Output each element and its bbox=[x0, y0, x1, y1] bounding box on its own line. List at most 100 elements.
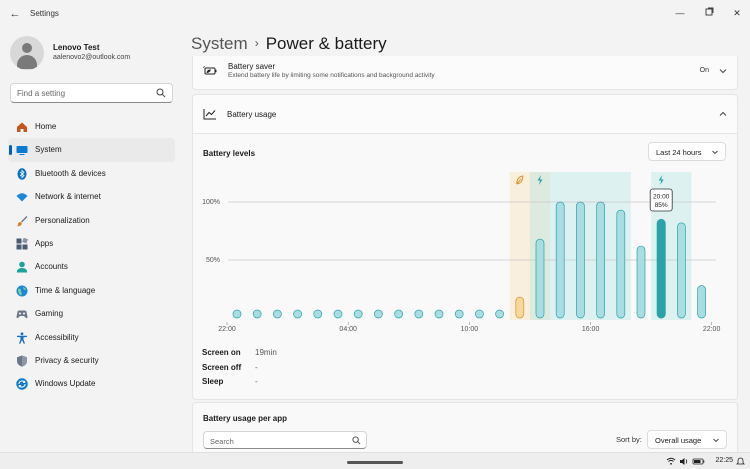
battery-level-dot[interactable] bbox=[414, 309, 424, 319]
tooltip-time: 20:00 bbox=[653, 194, 670, 201]
battery-level-dot[interactable] bbox=[333, 309, 343, 319]
user-profile[interactable]: Lenovo Test aalenovo2@outlook.com bbox=[10, 36, 180, 72]
stat-value: - bbox=[255, 377, 258, 386]
globe-icon bbox=[16, 285, 28, 297]
taskbar: 22:25 bbox=[0, 452, 750, 469]
gaming-icon bbox=[16, 310, 28, 319]
y-tick-label: 100% bbox=[202, 199, 220, 206]
battery-level-bar[interactable] bbox=[656, 218, 666, 319]
sidebar-item-time-language[interactable]: Time & language bbox=[8, 279, 175, 302]
x-tick-label: 22:00 bbox=[218, 326, 236, 333]
battery-saver-status: On bbox=[699, 67, 709, 74]
app-search-box[interactable] bbox=[203, 431, 367, 449]
sidebar-item-windows-update[interactable]: Windows Update bbox=[8, 372, 175, 395]
x-tick-label: 10:00 bbox=[461, 326, 479, 333]
sidebar-item-accessibility[interactable]: Accessibility bbox=[8, 326, 175, 349]
y-tick-label: 50% bbox=[206, 257, 220, 264]
search-icon bbox=[156, 88, 166, 98]
sidebar-item-accounts[interactable]: Accounts bbox=[8, 255, 175, 278]
sidebar-nav: Home System Bluetooth & devices Network … bbox=[8, 115, 175, 396]
close-button[interactable]: ✕ bbox=[729, 5, 745, 21]
stat-label: Screen off bbox=[202, 362, 242, 372]
sidebar-item-network[interactable]: Network & internet bbox=[8, 185, 175, 208]
time-range-value: Last 24 hours bbox=[656, 148, 702, 157]
back-arrow-icon[interactable]: ← bbox=[8, 7, 22, 21]
battery-level-dot[interactable] bbox=[232, 309, 242, 319]
taskbar-clock[interactable]: 22:25 bbox=[715, 457, 733, 464]
per-app-title: Battery usage per app bbox=[203, 414, 288, 423]
sidebar-item-personalization[interactable]: Personalization bbox=[8, 209, 175, 232]
stat-value: - bbox=[255, 362, 258, 372]
sidebar-item-system[interactable]: System bbox=[8, 138, 175, 162]
wifi-icon bbox=[16, 193, 28, 202]
restore-icon bbox=[705, 7, 713, 16]
sidebar-item-gaming[interactable]: Gaming bbox=[8, 302, 175, 325]
sidebar-item-home[interactable]: Home bbox=[8, 115, 175, 138]
home-icon bbox=[17, 122, 27, 132]
sidebar-item-label: Personalization bbox=[35, 215, 90, 225]
bluetooth-icon bbox=[17, 168, 27, 180]
brush-icon bbox=[16, 215, 28, 226]
sidebar-item-label: Home bbox=[35, 122, 57, 131]
battery-level-bar[interactable] bbox=[697, 285, 706, 319]
battery-level-bar[interactable] bbox=[596, 201, 605, 319]
notification-icon[interactable] bbox=[736, 457, 745, 466]
chevron-up-icon[interactable] bbox=[718, 109, 728, 119]
battery-level-dot[interactable] bbox=[434, 309, 444, 319]
volume-icon bbox=[680, 458, 688, 465]
taskbar-handle[interactable] bbox=[347, 461, 403, 464]
battery-level-dot[interactable] bbox=[252, 309, 262, 319]
accounts-icon bbox=[16, 262, 28, 273]
battery-level-dot[interactable] bbox=[374, 309, 383, 319]
user-name: Lenovo Test bbox=[53, 43, 100, 52]
battery-level-dot[interactable] bbox=[394, 309, 403, 319]
sidebar-item-label: Network & internet bbox=[35, 192, 101, 202]
maximize-button[interactable] bbox=[701, 5, 717, 21]
user-email: aalenovo2@outlook.com bbox=[53, 54, 131, 61]
sidebar-item-label: Windows Update bbox=[35, 379, 96, 389]
system-tray[interactable] bbox=[666, 456, 706, 467]
battery-level-bar[interactable] bbox=[555, 201, 565, 319]
sidebar-item-label: Privacy & security bbox=[35, 355, 99, 365]
sidebar-item-label: Apps bbox=[35, 238, 54, 248]
sidebar-item-label: Accounts bbox=[35, 262, 68, 272]
search-icon bbox=[352, 436, 361, 445]
breadcrumb-separator: › bbox=[254, 36, 259, 50]
battery-saver-card[interactable]: Battery saver Extend battery life by lim… bbox=[192, 56, 738, 90]
battery-icon bbox=[692, 458, 705, 465]
sidebar-item-apps[interactable]: Apps bbox=[8, 232, 175, 255]
battery-level-dot[interactable] bbox=[454, 309, 464, 319]
sidebar-item-bluetooth[interactable]: Bluetooth & devices bbox=[8, 162, 175, 185]
battery-level-dot[interactable] bbox=[293, 309, 302, 319]
battery-level-bar[interactable] bbox=[677, 222, 686, 319]
avatar bbox=[10, 36, 44, 70]
find-setting-box[interactable] bbox=[10, 83, 173, 103]
stat-label: Screen on bbox=[202, 348, 241, 357]
window-title: Settings bbox=[30, 9, 59, 18]
accessibility-icon bbox=[17, 331, 27, 344]
battery-level-bar[interactable] bbox=[636, 245, 646, 319]
battery-level-dot[interactable] bbox=[495, 309, 504, 319]
minimize-button[interactable]: — bbox=[672, 5, 688, 21]
battery-level-dot[interactable] bbox=[313, 309, 323, 319]
battery-usage-header[interactable]: Battery usage bbox=[192, 94, 738, 134]
title-bar: ← Settings — ✕ bbox=[0, 0, 750, 28]
battery-level-bar[interactable] bbox=[616, 209, 626, 319]
system-icon bbox=[16, 146, 28, 156]
battery-levels-chart: 100% 50% 22:00 04:00 10:00 16:00 22:00 20:00… bbox=[202, 172, 720, 333]
battery-level-bar[interactable] bbox=[535, 238, 545, 319]
app-search-input[interactable] bbox=[210, 435, 340, 447]
sort-by-dropdown[interactable]: Overall usage bbox=[647, 430, 727, 449]
battery-level-dot[interactable] bbox=[273, 309, 282, 319]
battery-levels-label: Battery levels bbox=[203, 149, 256, 158]
sidebar-item-privacy-security[interactable]: Privacy & security bbox=[8, 349, 175, 372]
sort-by-value: Overall usage bbox=[655, 436, 702, 445]
battery-level-dot[interactable] bbox=[475, 309, 484, 319]
breadcrumb-parent[interactable]: System bbox=[191, 34, 248, 53]
time-range-dropdown[interactable]: Last 24 hours bbox=[648, 142, 726, 161]
battery-level-bar[interactable] bbox=[515, 296, 525, 319]
chevron-down-icon bbox=[719, 69, 727, 74]
battery-level-bar[interactable] bbox=[576, 201, 585, 319]
battery-level-dot[interactable] bbox=[353, 309, 363, 319]
find-setting-input[interactable] bbox=[17, 87, 152, 100]
